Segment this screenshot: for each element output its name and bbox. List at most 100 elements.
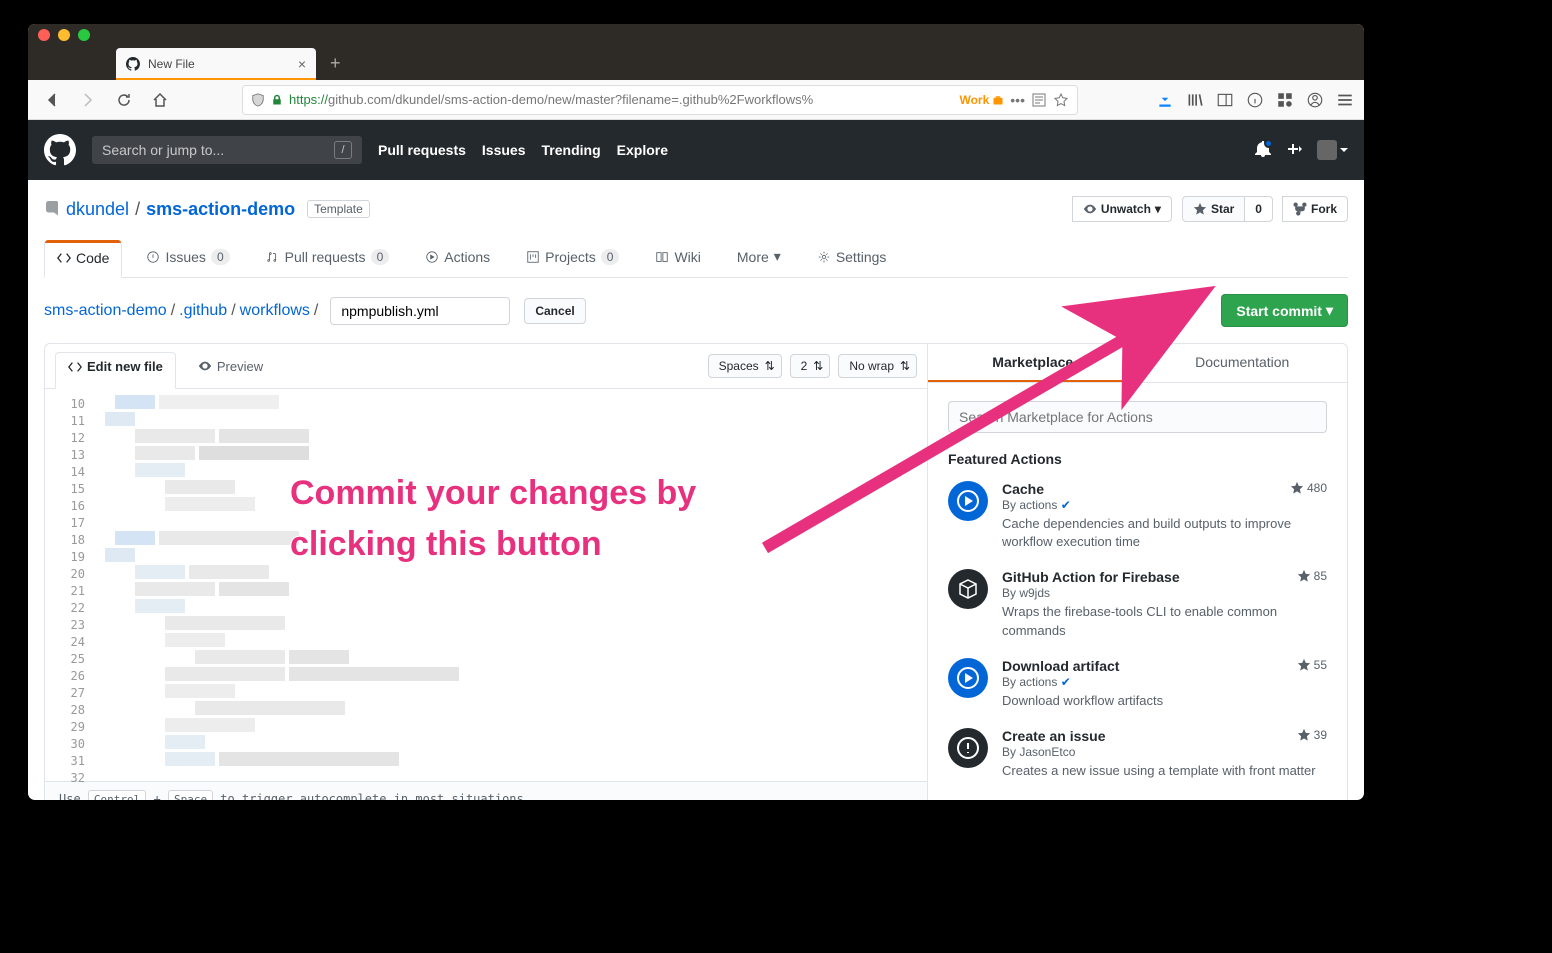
indent-mode-select[interactable]: Spaces ⇅ (708, 354, 782, 378)
breadcrumb-root[interactable]: sms-action-demo (44, 302, 167, 319)
nav-issues[interactable]: Issues (482, 142, 526, 158)
add-menu-icon[interactable] (1285, 141, 1303, 160)
new-tab-button[interactable]: + (330, 53, 341, 74)
menu-icon[interactable] (1336, 91, 1354, 109)
fork-button[interactable]: Fork (1282, 196, 1348, 222)
cancel-button[interactable]: Cancel (524, 298, 585, 324)
editor-layout: Edit new file Preview Spaces ⇅ 2 ⇅ No wr… (44, 343, 1348, 800)
shield-icon (251, 93, 265, 107)
annotation-text: Commit your changes by clicking this but… (290, 468, 696, 570)
apps-icon[interactable] (1276, 91, 1294, 109)
action-desc: Wraps the firebase-tools CLI to enable c… (1002, 603, 1327, 639)
action-stars: 55 (1297, 658, 1327, 672)
code-icon (68, 360, 82, 374)
book-icon (655, 250, 669, 264)
github-search-input[interactable]: Search or jump to... / (92, 136, 362, 164)
star-icon (1297, 658, 1311, 672)
repo-icon (44, 201, 60, 217)
action-name: Cache (1002, 481, 1282, 497)
tab-pull-requests[interactable]: Pull requests0 (254, 240, 402, 277)
tab-code[interactable]: Code (44, 240, 122, 278)
download-icon[interactable] (1156, 91, 1174, 109)
star-count[interactable]: 0 (1244, 196, 1273, 222)
marketplace-search-input[interactable] (948, 401, 1327, 433)
info-icon[interactable] (1246, 91, 1264, 109)
code-icon (57, 251, 71, 265)
action-item[interactable]: GitHub Action for Firebase By w9jds 85 W… (948, 569, 1327, 639)
account-icon[interactable] (1306, 91, 1324, 109)
lock-icon (271, 94, 283, 106)
work-container-badge: Work (959, 93, 1004, 107)
tab-issues[interactable]: Issues0 (134, 240, 241, 277)
pr-icon (266, 250, 280, 264)
star-icon (1297, 728, 1311, 742)
tab-wiki[interactable]: Wiki (643, 240, 712, 277)
window-close-button[interactable] (38, 29, 50, 41)
tab-actions[interactable]: Actions (413, 240, 502, 277)
unwatch-button[interactable]: Unwatch ▾ (1072, 196, 1172, 222)
action-item[interactable]: Cache By actions ✔ 480 Cache dependencie… (948, 481, 1327, 551)
wrap-select[interactable]: No wrap ⇅ (838, 354, 917, 378)
verified-icon: ✔ (1061, 498, 1071, 512)
action-name: Download artifact (1002, 658, 1289, 674)
nav-forward-button[interactable] (74, 86, 102, 114)
action-icon (948, 728, 988, 768)
fork-icon (1293, 202, 1307, 216)
action-stars: 39 (1297, 728, 1327, 742)
window-maximize-button[interactable] (78, 29, 90, 41)
nav-home-button[interactable] (146, 86, 174, 114)
documentation-tab[interactable]: Documentation (1138, 344, 1348, 382)
breadcrumb-dir2[interactable]: workflows (240, 302, 310, 319)
nav-explore[interactable]: Explore (617, 142, 668, 158)
action-stars: 480 (1290, 481, 1327, 495)
tab-settings[interactable]: Settings (805, 240, 899, 277)
start-commit-button[interactable]: Start commit ▾ (1221, 294, 1348, 327)
action-item[interactable]: Create an issue By JasonEtco 39 Creates … (948, 728, 1327, 780)
url-more-icon[interactable]: ••• (1010, 92, 1025, 108)
nav-trending[interactable]: Trending (542, 142, 601, 158)
nav-pull-requests[interactable]: Pull requests (378, 142, 466, 158)
edit-file-tab[interactable]: Edit new file (55, 352, 176, 389)
url-text: https://github.com/dkundel/sms-action-de… (289, 92, 953, 107)
indent-size-select[interactable]: 2 ⇅ (790, 354, 831, 378)
action-name: Create an issue (1002, 728, 1289, 744)
notifications-icon[interactable] (1255, 141, 1271, 160)
nav-back-button[interactable] (38, 86, 66, 114)
nav-reload-button[interactable] (110, 86, 138, 114)
action-by: By actions ✔ (1002, 675, 1289, 689)
breadcrumb-dir1[interactable]: .github (179, 302, 227, 319)
repo-name-link[interactable]: sms-action-demo (146, 199, 295, 220)
tab-projects[interactable]: Projects0 (514, 240, 631, 277)
filename-input[interactable] (330, 297, 510, 325)
user-menu[interactable] (1317, 140, 1348, 160)
url-bar[interactable]: https://github.com/dkundel/sms-action-de… (242, 85, 1078, 115)
tab-close-icon[interactable]: × (298, 56, 306, 72)
repo-owner-link[interactable]: dkundel (66, 199, 129, 220)
featured-actions-heading: Featured Actions (948, 451, 1327, 467)
action-by: By w9jds (1002, 586, 1289, 600)
code-editor[interactable]: 1011121314151617181920212223242526272829… (45, 389, 927, 781)
search-placeholder: Search or jump to... (102, 142, 224, 158)
reader-icon[interactable] (1031, 92, 1047, 108)
action-icon (948, 481, 988, 521)
tab-more[interactable]: More ▾ (725, 240, 793, 277)
action-by: By actions ✔ (1002, 498, 1282, 512)
marketplace-tab[interactable]: Marketplace (928, 344, 1138, 382)
sidebar-icon[interactable] (1216, 91, 1234, 109)
preview-tab[interactable]: Preview (186, 353, 275, 380)
repo-tabs: Code Issues0 Pull requests0 Actions Proj… (44, 240, 1348, 278)
github-logo-icon[interactable] (44, 134, 76, 166)
breadcrumb: sms-action-demo/.github/workflows/ (44, 302, 322, 320)
action-desc: Creates a new issue using a template wit… (1002, 762, 1327, 780)
tab-title: New File (148, 57, 290, 71)
blurred-code (105, 395, 505, 786)
verified-icon: ✔ (1061, 675, 1071, 689)
window-minimize-button[interactable] (58, 29, 70, 41)
action-icon (948, 569, 988, 609)
repo-title: dkundel / sms-action-demo Template (44, 199, 370, 220)
bookmark-star-icon[interactable] (1053, 92, 1069, 108)
action-item[interactable]: Download artifact By actions ✔ 55 Downlo… (948, 658, 1327, 710)
library-icon[interactable] (1186, 91, 1204, 109)
browser-tab-active[interactable]: New File × (116, 48, 316, 80)
star-button[interactable]: Star (1182, 196, 1245, 222)
